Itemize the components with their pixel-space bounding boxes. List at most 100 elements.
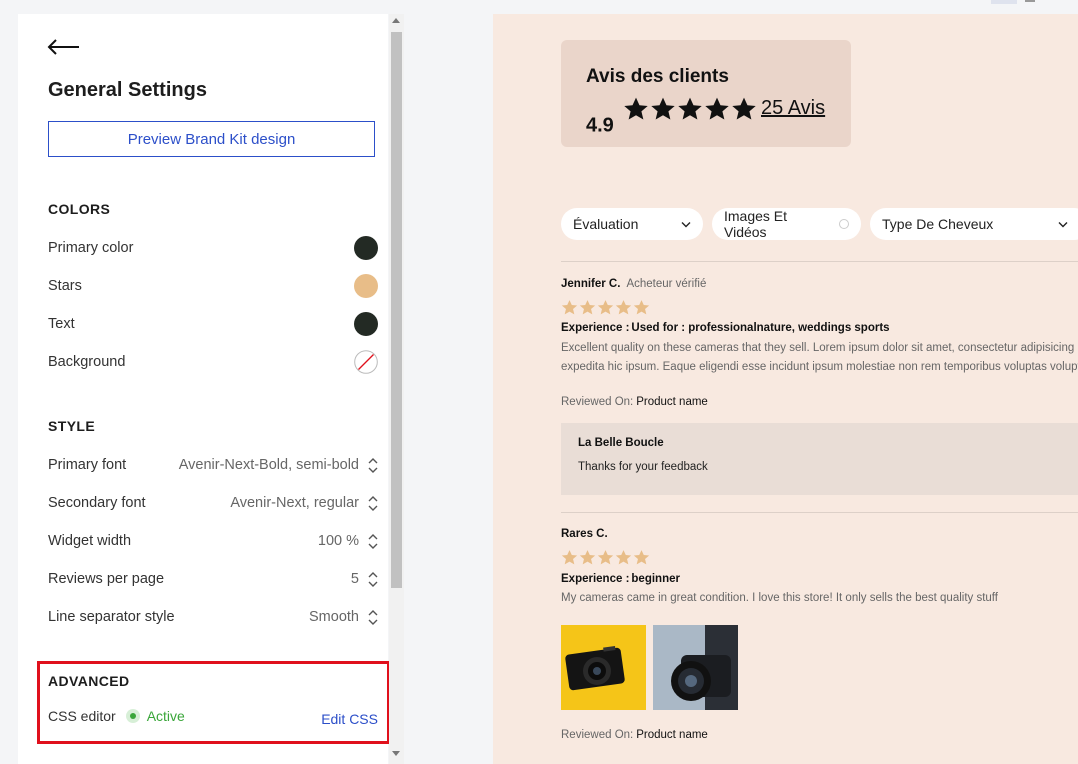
experience-key: Experience : bbox=[561, 322, 630, 334]
star-icon bbox=[597, 550, 614, 565]
summary-title: Avis des clients bbox=[586, 66, 729, 87]
color-row-primary[interactable]: Primary color bbox=[48, 236, 378, 260]
style-label: Line separator style bbox=[48, 609, 175, 625]
reviewed-on-label: Reviewed On: bbox=[561, 729, 634, 741]
filter-label: Évaluation bbox=[573, 216, 639, 232]
edit-css-link[interactable]: Edit CSS bbox=[321, 711, 378, 727]
color-swatch-stars[interactable] bbox=[354, 274, 378, 298]
review-photo[interactable] bbox=[561, 625, 646, 710]
panel-scrollbar[interactable] bbox=[389, 14, 404, 764]
review-experience: Experience : Used for : professionalnatur… bbox=[561, 322, 890, 334]
experience-value: Used for : professionalnature, weddings … bbox=[631, 322, 890, 334]
up-down-chevron-icon[interactable] bbox=[368, 495, 378, 512]
style-label: Reviews per page bbox=[48, 571, 165, 587]
star-icon bbox=[732, 97, 756, 120]
color-label: Text bbox=[48, 316, 75, 332]
style-label: Widget width bbox=[48, 533, 132, 549]
style-row-line-separator[interactable]: Line separator style Smooth bbox=[48, 605, 378, 629]
scrollbar-thumb[interactable] bbox=[391, 32, 402, 588]
style-row-widget-width[interactable]: Widget width 100 % bbox=[48, 529, 378, 553]
reviews-count-link[interactable]: 25 Avis bbox=[761, 97, 825, 120]
style-row-secondary-font[interactable]: Secondary font Avenir-Next, regular bbox=[48, 491, 378, 515]
style-value: Avenir-Next-Bold, semi-bold bbox=[178, 457, 359, 473]
star-icon bbox=[579, 300, 596, 315]
star-icon bbox=[678, 97, 702, 120]
star-icon bbox=[624, 97, 648, 120]
css-editor-label: CSS editor bbox=[48, 708, 116, 724]
review-widget-preview: Avis des clients 4.9 25 Avis Évaluation … bbox=[493, 14, 1078, 764]
color-label: Primary color bbox=[48, 240, 134, 256]
top-view-tab[interactable] bbox=[1025, 0, 1035, 2]
filter-label: Images Et Vidéos bbox=[724, 208, 788, 240]
review-text-line: My cameras came in great condition. I lo… bbox=[561, 592, 998, 604]
back-arrow-icon[interactable] bbox=[47, 36, 81, 58]
review-author: Jennifer C. Acheteur vérifié bbox=[561, 278, 706, 290]
advanced-section-title: ADVANCED bbox=[48, 673, 130, 689]
review-text-line: expedita hic ipsum. Eaque eligendi esse … bbox=[561, 361, 1078, 373]
color-swatch-primary[interactable] bbox=[354, 236, 378, 260]
color-label: Background bbox=[48, 354, 126, 370]
star-icon bbox=[615, 550, 632, 565]
style-value: Avenir-Next, regular bbox=[230, 495, 359, 511]
page-title: General Settings bbox=[48, 79, 207, 101]
star-icon bbox=[615, 300, 632, 315]
product-name[interactable]: Product name bbox=[636, 729, 708, 741]
up-down-chevron-icon[interactable] bbox=[368, 533, 378, 550]
style-value: 100 % bbox=[317, 533, 359, 549]
reviewed-on-label: Reviewed On: bbox=[561, 396, 634, 408]
merchant-reply: La Belle Boucle Thanks for your feedback bbox=[561, 423, 1078, 495]
up-down-chevron-icon[interactable] bbox=[368, 609, 378, 626]
star-icon bbox=[633, 550, 650, 565]
filter-media-toggle[interactable]: Images Et Vidéos bbox=[712, 208, 861, 240]
review-experience: Experience : beginner bbox=[561, 573, 680, 585]
review-text: My cameras came in great condition. I lo… bbox=[561, 589, 1078, 608]
author-name: Jennifer C. bbox=[561, 278, 621, 290]
reply-text: Thanks for your feedback bbox=[578, 461, 708, 473]
color-swatch-text[interactable] bbox=[354, 312, 378, 336]
experience-key: Experience : bbox=[561, 573, 630, 585]
star-icon bbox=[561, 550, 578, 565]
star-icon bbox=[597, 300, 614, 315]
radio-circle-icon[interactable] bbox=[839, 219, 849, 229]
review-photo[interactable] bbox=[653, 625, 738, 710]
star-icon bbox=[651, 97, 675, 120]
verified-badge: Acheteur vérifié bbox=[626, 278, 707, 290]
summary-score: 4.9 bbox=[586, 114, 614, 137]
style-row-reviews-per-page[interactable]: Reviews per page 5 bbox=[48, 567, 378, 591]
style-value: Smooth bbox=[309, 609, 359, 625]
style-row-primary-font[interactable]: Primary font Avenir-Next-Bold, semi-bold bbox=[48, 453, 378, 477]
color-swatch-none-icon[interactable] bbox=[354, 350, 378, 374]
star-icon bbox=[561, 300, 578, 315]
filter-rating-dropdown[interactable]: Évaluation bbox=[561, 208, 703, 240]
star-icon bbox=[705, 97, 729, 120]
camera-photo-icon bbox=[561, 625, 646, 710]
star-icon bbox=[579, 550, 596, 565]
summary-stars bbox=[623, 96, 757, 124]
product-name[interactable]: Product name bbox=[636, 396, 708, 408]
color-label: Stars bbox=[48, 278, 82, 294]
star-icon bbox=[633, 300, 650, 315]
color-row-background[interactable]: Background bbox=[48, 350, 378, 374]
camera-photo-icon bbox=[653, 625, 738, 710]
up-down-chevron-icon[interactable] bbox=[368, 457, 378, 474]
style-label: Secondary font bbox=[48, 495, 146, 511]
scroll-up-arrow-icon[interactable] bbox=[392, 18, 400, 23]
reply-author: La Belle Boucle bbox=[578, 437, 664, 449]
filter-label: Type De Cheveux bbox=[882, 216, 994, 232]
scroll-down-arrow-icon[interactable] bbox=[392, 751, 400, 756]
style-label: Primary font bbox=[48, 457, 127, 473]
chevron-down-icon bbox=[681, 221, 691, 227]
rating-summary-card: Avis des clients 4.9 25 Avis bbox=[561, 40, 851, 147]
color-row-text[interactable]: Text bbox=[48, 312, 378, 336]
color-row-stars[interactable]: Stars bbox=[48, 274, 378, 298]
colors-section-title: COLORS bbox=[48, 201, 111, 217]
review-stars bbox=[561, 299, 650, 316]
top-view-tab[interactable] bbox=[991, 0, 1017, 4]
style-section-title: STYLE bbox=[48, 418, 96, 434]
preview-brand-kit-button[interactable]: Preview Brand Kit design bbox=[48, 121, 375, 157]
chevron-down-icon bbox=[1058, 221, 1068, 227]
reviewed-on: Reviewed On: Product name bbox=[561, 396, 708, 408]
review-author: Rares C. bbox=[561, 528, 608, 540]
up-down-chevron-icon[interactable] bbox=[368, 571, 378, 588]
filter-hair-type-dropdown[interactable]: Type De Cheveux bbox=[870, 208, 1078, 240]
